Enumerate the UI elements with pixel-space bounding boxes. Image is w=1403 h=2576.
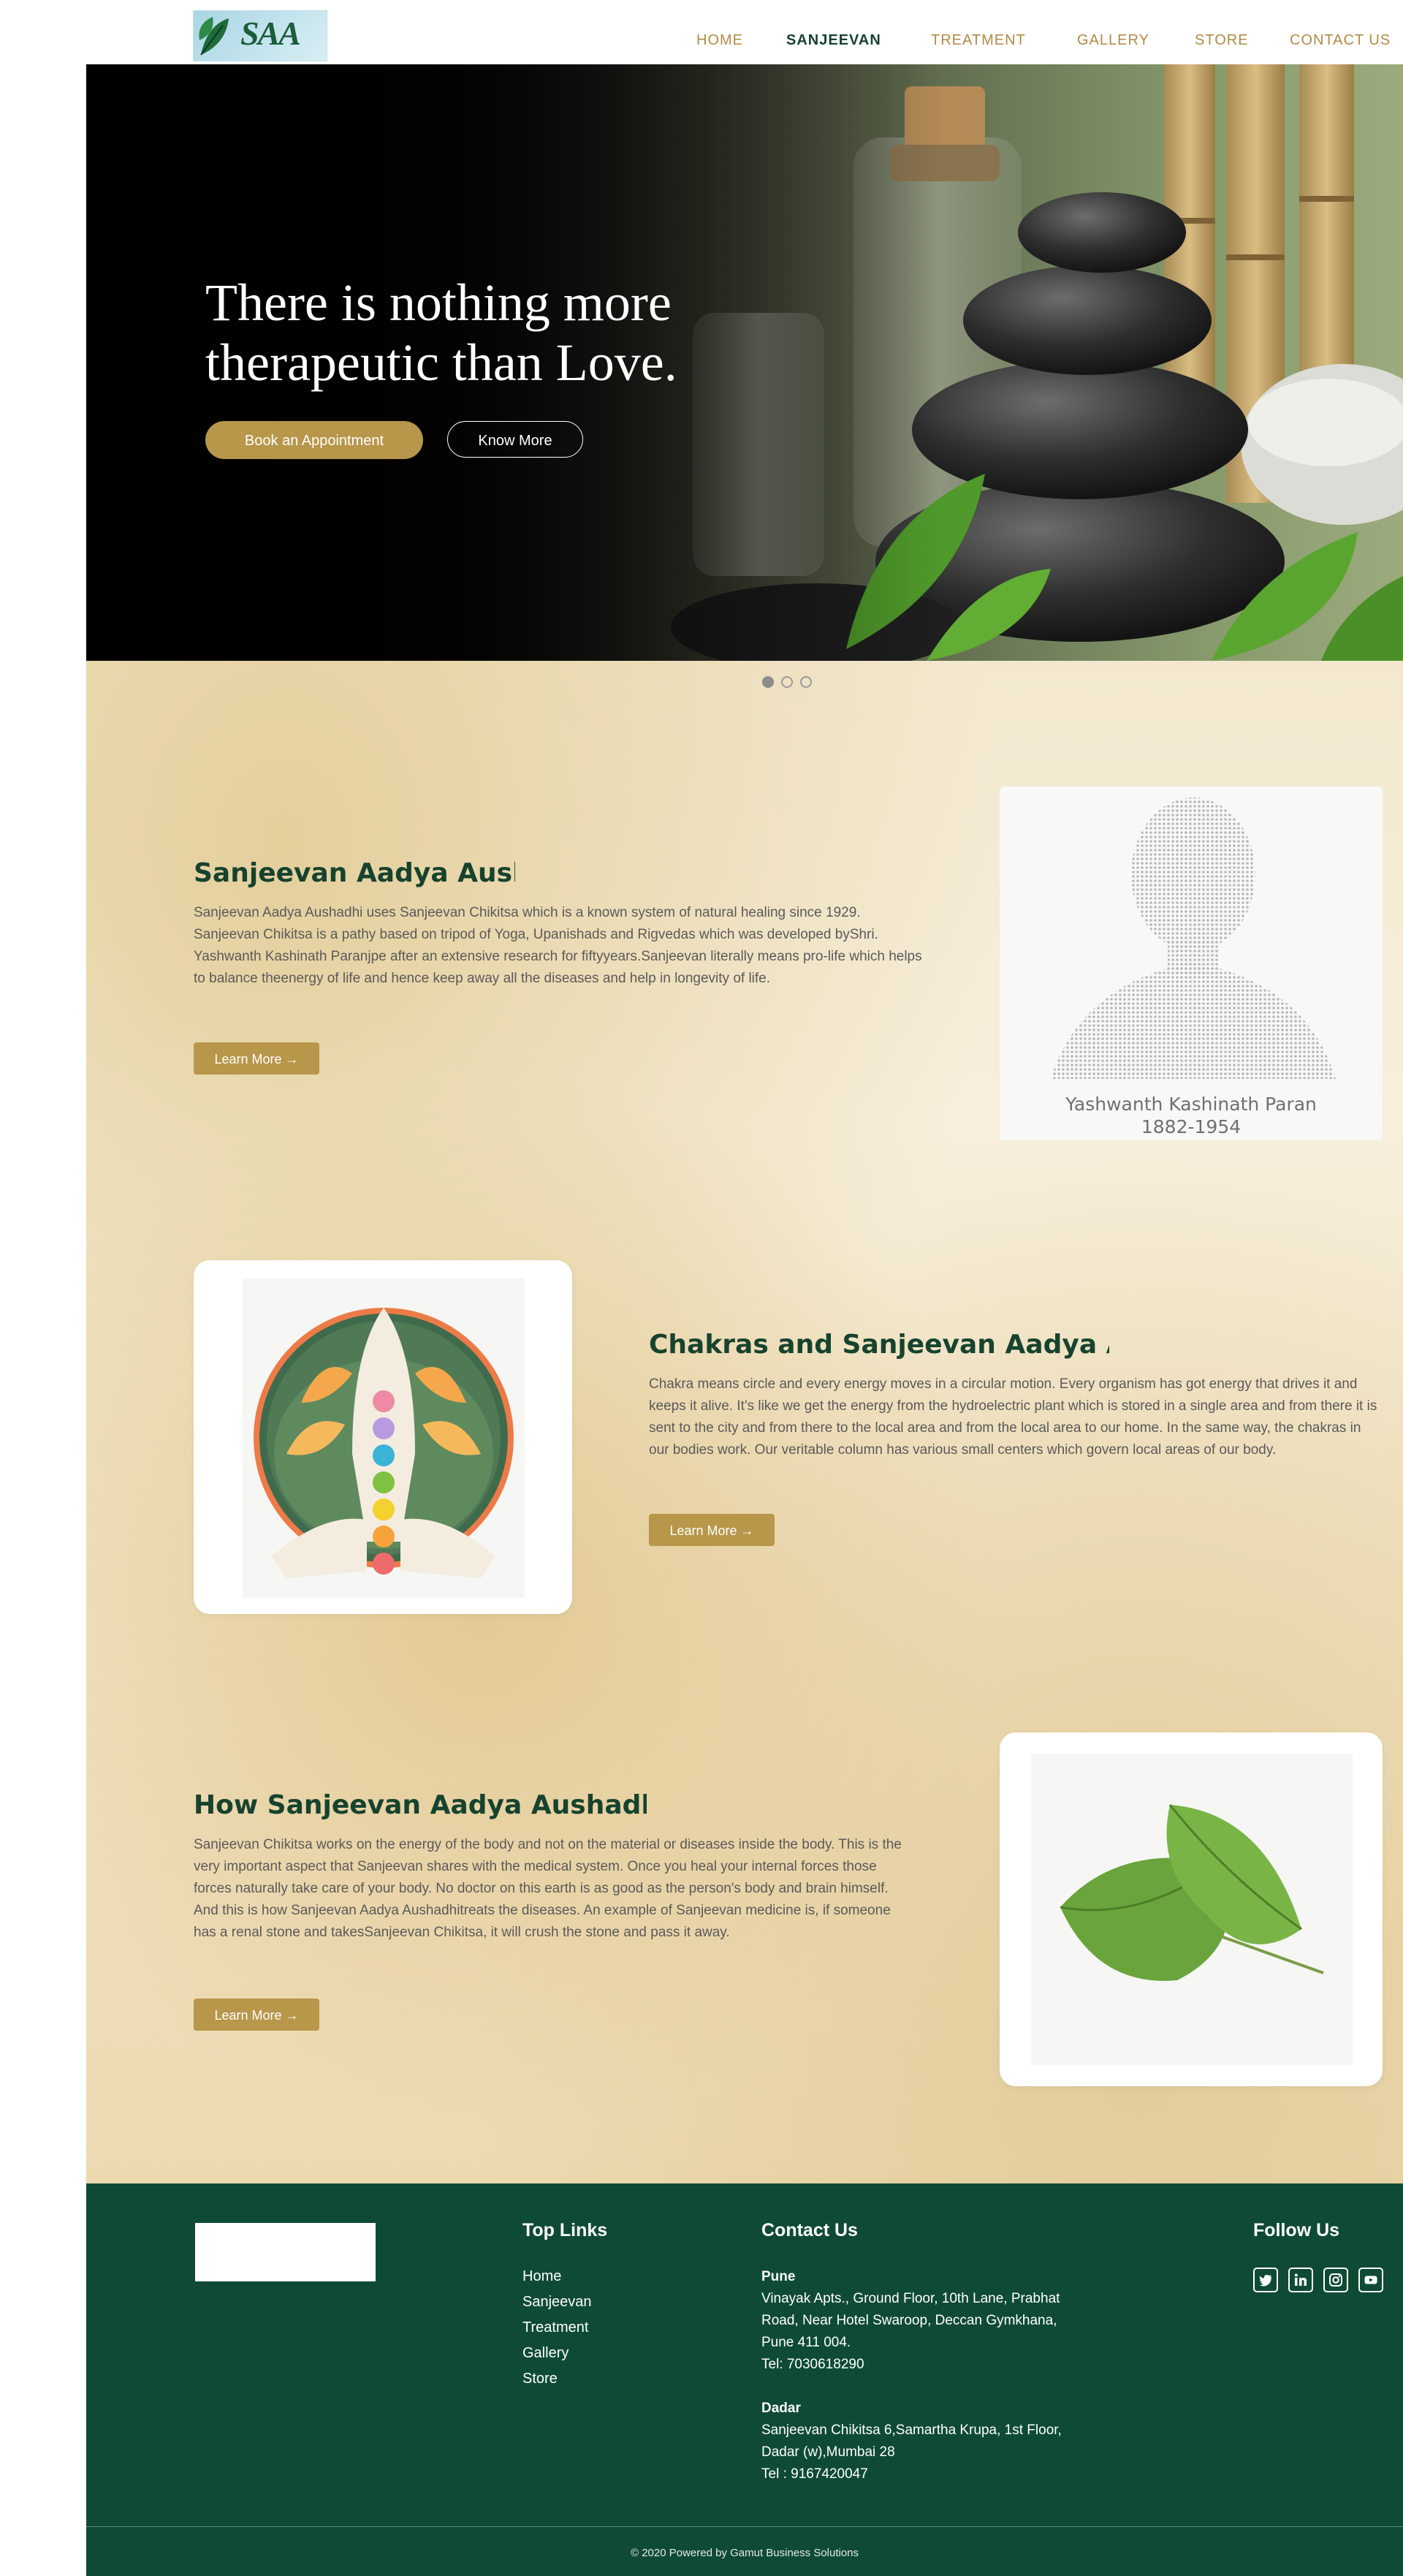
- section-1-title: Sanjeevan Aadya Aushadh: [194, 858, 515, 888]
- footer-dadar-tel[interactable]: Tel : 9167420047: [761, 2463, 868, 2485]
- footer-dadar-address-line-1: Sanjeevan Chikitsa 6,Samartha Krupa, 1st…: [761, 2422, 1062, 2438]
- site-footer: Top Links Home Sanjeevan Treatment Galle…: [86, 2183, 1403, 2576]
- chakra-image-card: [194, 1260, 572, 1614]
- nav-item-sanjeevan[interactable]: SANJEEVAN: [786, 32, 881, 49]
- section-1-body: Sanjeevan Aadya Aushadhi uses Sanjeevan …: [194, 905, 922, 986]
- section-3-body: Sanjeevan Chikitsa works on the energy o…: [194, 1837, 902, 1940]
- copyright-text: © 2020 Powered by Gamut Business Solutio…: [630, 2547, 859, 2559]
- content-area: Sanjeevan Aadya Aushadh Sanjeevan Aadya …: [86, 661, 1403, 2183]
- section-2-learn-more-button[interactable]: Learn More →: [649, 1514, 775, 1546]
- carousel-dot-2[interactable]: [781, 676, 793, 688]
- twitter-icon[interactable]: [1253, 2268, 1278, 2292]
- founder-name: Yashwanth Kashinath Paran: [1065, 1094, 1317, 1115]
- page: SAA HOME SANJEEVAN TREATMENT GALLERY STO…: [86, 0, 1403, 2576]
- hero-title: There is nothing more therapeutic than L…: [205, 273, 677, 392]
- founder-years: 1882-1954: [1141, 1116, 1242, 1137]
- top-navbar: SAA HOME SANJEEVAN TREATMENT GALLERY STO…: [86, 0, 1403, 64]
- footer-dadar-address-line-2: Dadar (w),Mumbai 28: [761, 2444, 895, 2460]
- nav-item-store[interactable]: STORE: [1195, 32, 1249, 49]
- leaf-image-card: [1000, 1732, 1383, 2086]
- footer-pune-label: Pune: [761, 2269, 796, 2284]
- footer-pune-address-line-3: Pune 411 004.: [761, 2335, 851, 2350]
- nav-item-gallery[interactable]: GALLERY: [1077, 32, 1149, 49]
- nav-item-contact-us[interactable]: CONTACT US: [1290, 32, 1391, 49]
- footer-link-store[interactable]: Store: [522, 2371, 558, 2387]
- founder-portrait-card: Yashwanth Kashinath Paran 1882-1954: [1000, 787, 1383, 1140]
- youtube-icon[interactable]: [1358, 2268, 1383, 2292]
- footer-logo[interactable]: [195, 2223, 376, 2281]
- basil-leaf-image: [1060, 1804, 1324, 1981]
- leaf-image-frame: [1031, 1754, 1353, 2065]
- section-1-learn-more-button[interactable]: Learn More →: [194, 1042, 319, 1075]
- carousel-dots: [762, 676, 821, 691]
- footer-pune-tel[interactable]: Tel: 7030618290: [761, 2354, 864, 2376]
- nav-item-home[interactable]: HOME: [696, 32, 743, 49]
- carousel-dot-3[interactable]: [800, 676, 812, 688]
- chakra-image-frame: [243, 1278, 525, 1598]
- footer-follow-title: Follow Us: [1253, 2220, 1340, 2240]
- section-3-title: How Sanjeevan Aadya Aushadhi Work: [194, 1790, 647, 1820]
- book-appointment-button[interactable]: Book an Appointment: [205, 421, 423, 459]
- chakra-illustration: [254, 1308, 514, 1578]
- section-2-title: Chakras and Sanjeevan Aadya Aushadh: [649, 1330, 1109, 1360]
- footer-divider: [86, 2526, 1403, 2527]
- instagram-icon[interactable]: [1323, 2268, 1348, 2292]
- hero-banner: There is nothing more therapeutic than L…: [86, 64, 1403, 661]
- know-more-button[interactable]: Know More: [447, 421, 583, 458]
- section-2-body: Chakra means circle and every energy mov…: [649, 1376, 1377, 1458]
- section-3-learn-more-button[interactable]: Learn More →: [194, 1999, 319, 2031]
- founder-portrait-image: [1051, 798, 1336, 1079]
- footer-link-gallery[interactable]: Gallery: [522, 2345, 569, 2362]
- nav-item-treatment[interactable]: TREATMENT: [931, 32, 1026, 49]
- footer-dadar-label: Dadar: [761, 2401, 801, 2416]
- footer-pune-address-line-2: Road, Near Hotel Swaroop, Deccan Gymkhan…: [761, 2313, 1057, 2328]
- site-logo[interactable]: SAA: [193, 10, 327, 61]
- footer-link-sanjeevan[interactable]: Sanjeevan: [522, 2294, 592, 2311]
- logo-text: SAA: [240, 15, 301, 52]
- linkedin-icon[interactable]: [1288, 2268, 1313, 2292]
- footer-top-links-title: Top Links: [522, 2220, 608, 2240]
- footer-pune-address-line-1: Vinayak Apts., Ground Floor, 10th Lane, …: [761, 2291, 1060, 2306]
- footer-contact-title: Contact Us: [761, 2220, 858, 2240]
- footer-link-home[interactable]: Home: [522, 2268, 561, 2285]
- carousel-dot-1[interactable]: [762, 676, 774, 688]
- footer-link-treatment[interactable]: Treatment: [522, 2319, 588, 2336]
- leaf-logo-icon: [199, 17, 229, 56]
